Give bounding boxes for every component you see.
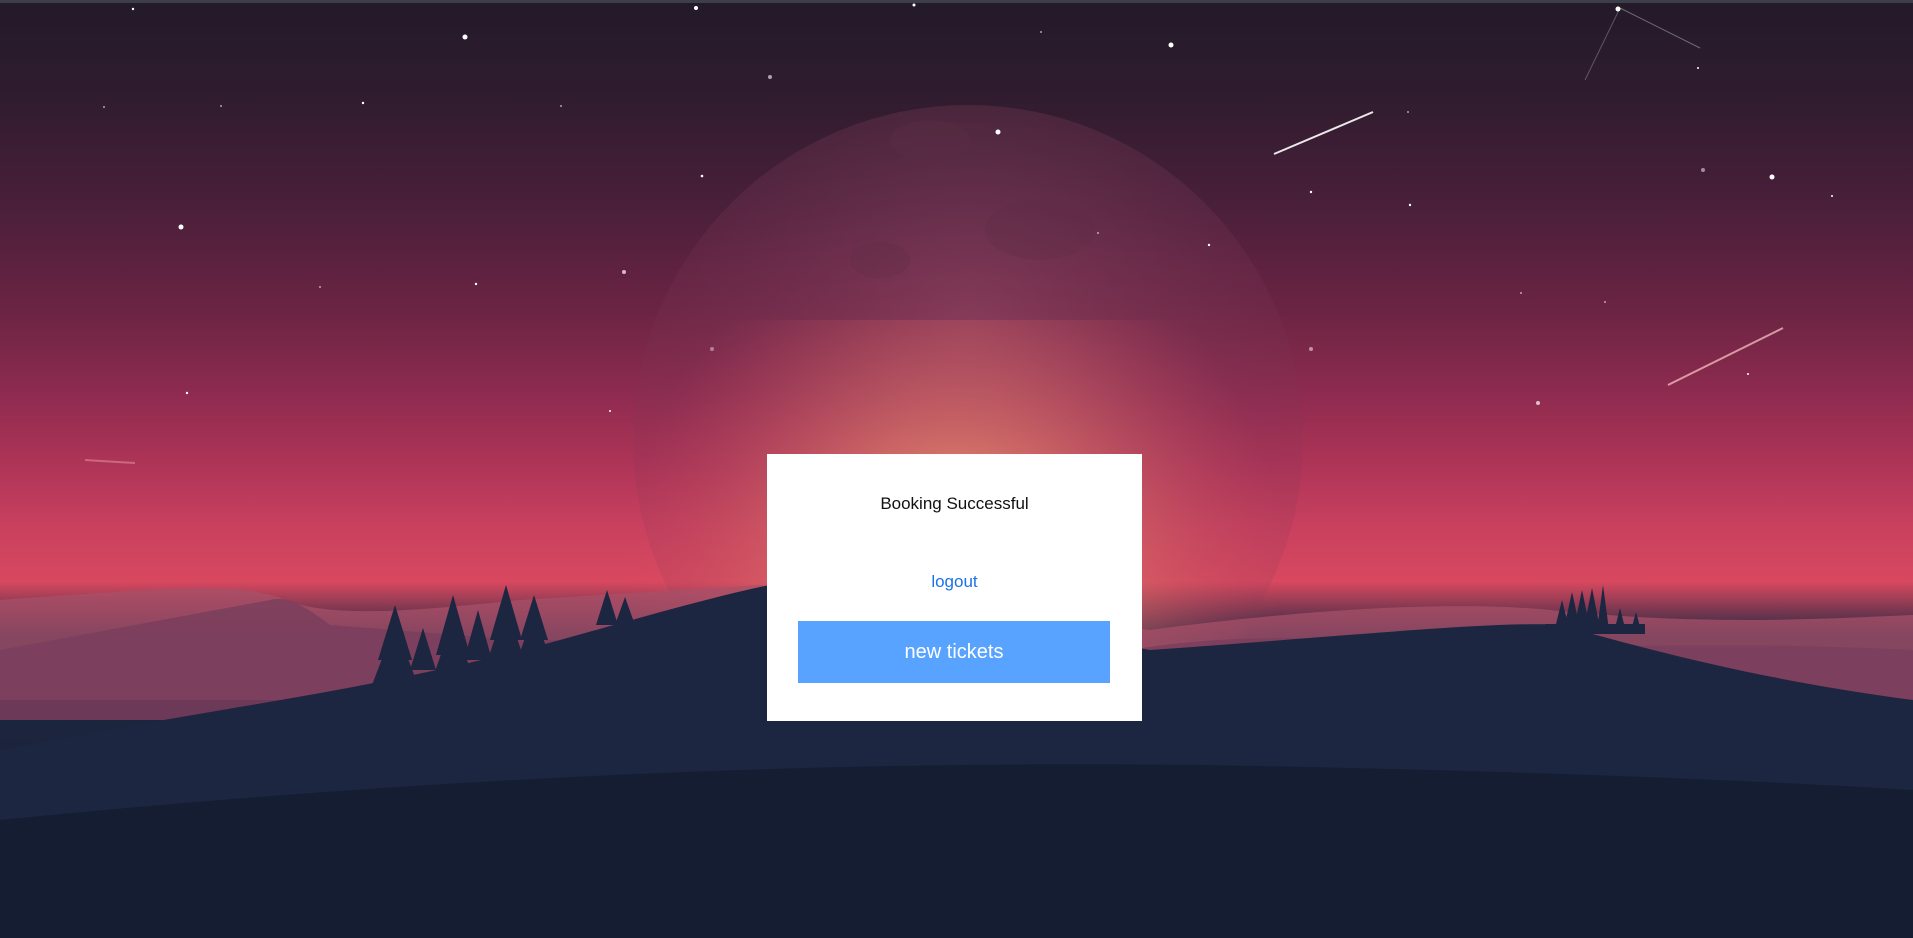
new-tickets-button[interactable]: new tickets: [798, 621, 1110, 683]
logout-link[interactable]: logout: [767, 572, 1142, 592]
booking-status-title: Booking Successful: [880, 494, 1029, 513]
booking-confirmation-card: Booking Successful logout new tickets: [767, 454, 1142, 721]
shooting-star: [1273, 111, 1374, 155]
trees-right: [1545, 585, 1645, 634]
